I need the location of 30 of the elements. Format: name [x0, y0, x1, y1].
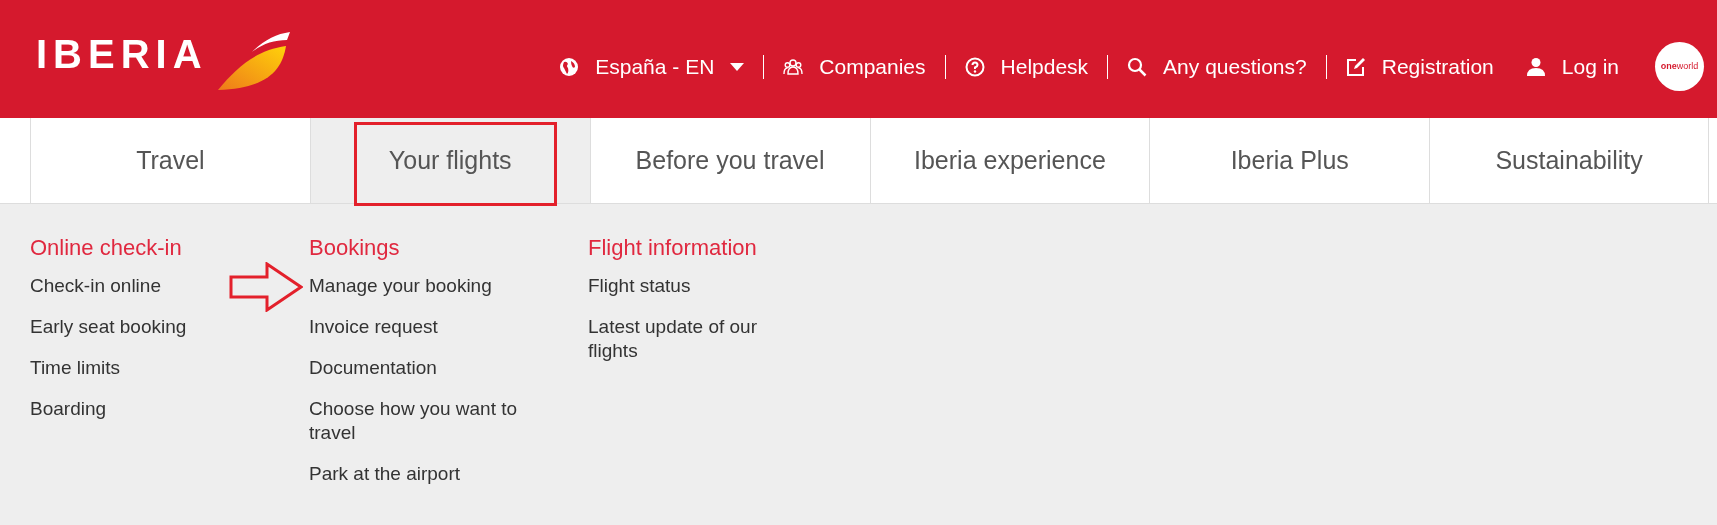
group-icon — [783, 56, 804, 77]
nav-link[interactable]: España - EN — [543, 51, 761, 83]
menu-link[interactable]: Boarding — [30, 397, 245, 421]
menu-link[interactable]: Documentation — [309, 356, 524, 380]
search-icon — [1127, 56, 1148, 77]
nav-link[interactable]: Companies — [767, 51, 942, 83]
nav-link[interactable]: Helpdesk — [948, 51, 1105, 83]
user-icon — [1525, 56, 1546, 77]
menu-heading: Bookings — [309, 234, 401, 262]
menu-link[interactable]: Park at the airport — [309, 462, 524, 486]
nav-link[interactable]: Registration — [1329, 51, 1510, 83]
menu-link[interactable]: Flight status — [588, 274, 803, 298]
help-icon — [964, 56, 985, 77]
menu-link[interactable]: Invoice request — [309, 315, 524, 339]
menu-heading: Flight information — [588, 234, 758, 262]
menu-link[interactable]: Early seat booking — [30, 315, 245, 339]
globe-icon — [559, 56, 580, 77]
logo-text: IBERIA — [36, 34, 208, 74]
oneworld-badge[interactable]: oneworld — [1655, 42, 1704, 91]
menu-link[interactable]: Time limits — [30, 356, 245, 380]
caret-icon — [730, 62, 745, 71]
menu-heading: Online check-in — [30, 234, 183, 262]
menu-link[interactable]: Latest update of our flights — [588, 315, 803, 363]
menu-link[interactable]: Check-in online — [30, 274, 245, 298]
edit-icon — [1345, 56, 1366, 77]
menu-link[interactable]: Manage your booking — [309, 274, 524, 298]
menu-link[interactable]: Choose how you want to travel — [309, 397, 524, 445]
nav-link[interactable]: Any questions? — [1111, 51, 1323, 83]
nav-link[interactable]: Log in — [1509, 51, 1635, 83]
wing-logo-icon — [215, 30, 290, 90]
